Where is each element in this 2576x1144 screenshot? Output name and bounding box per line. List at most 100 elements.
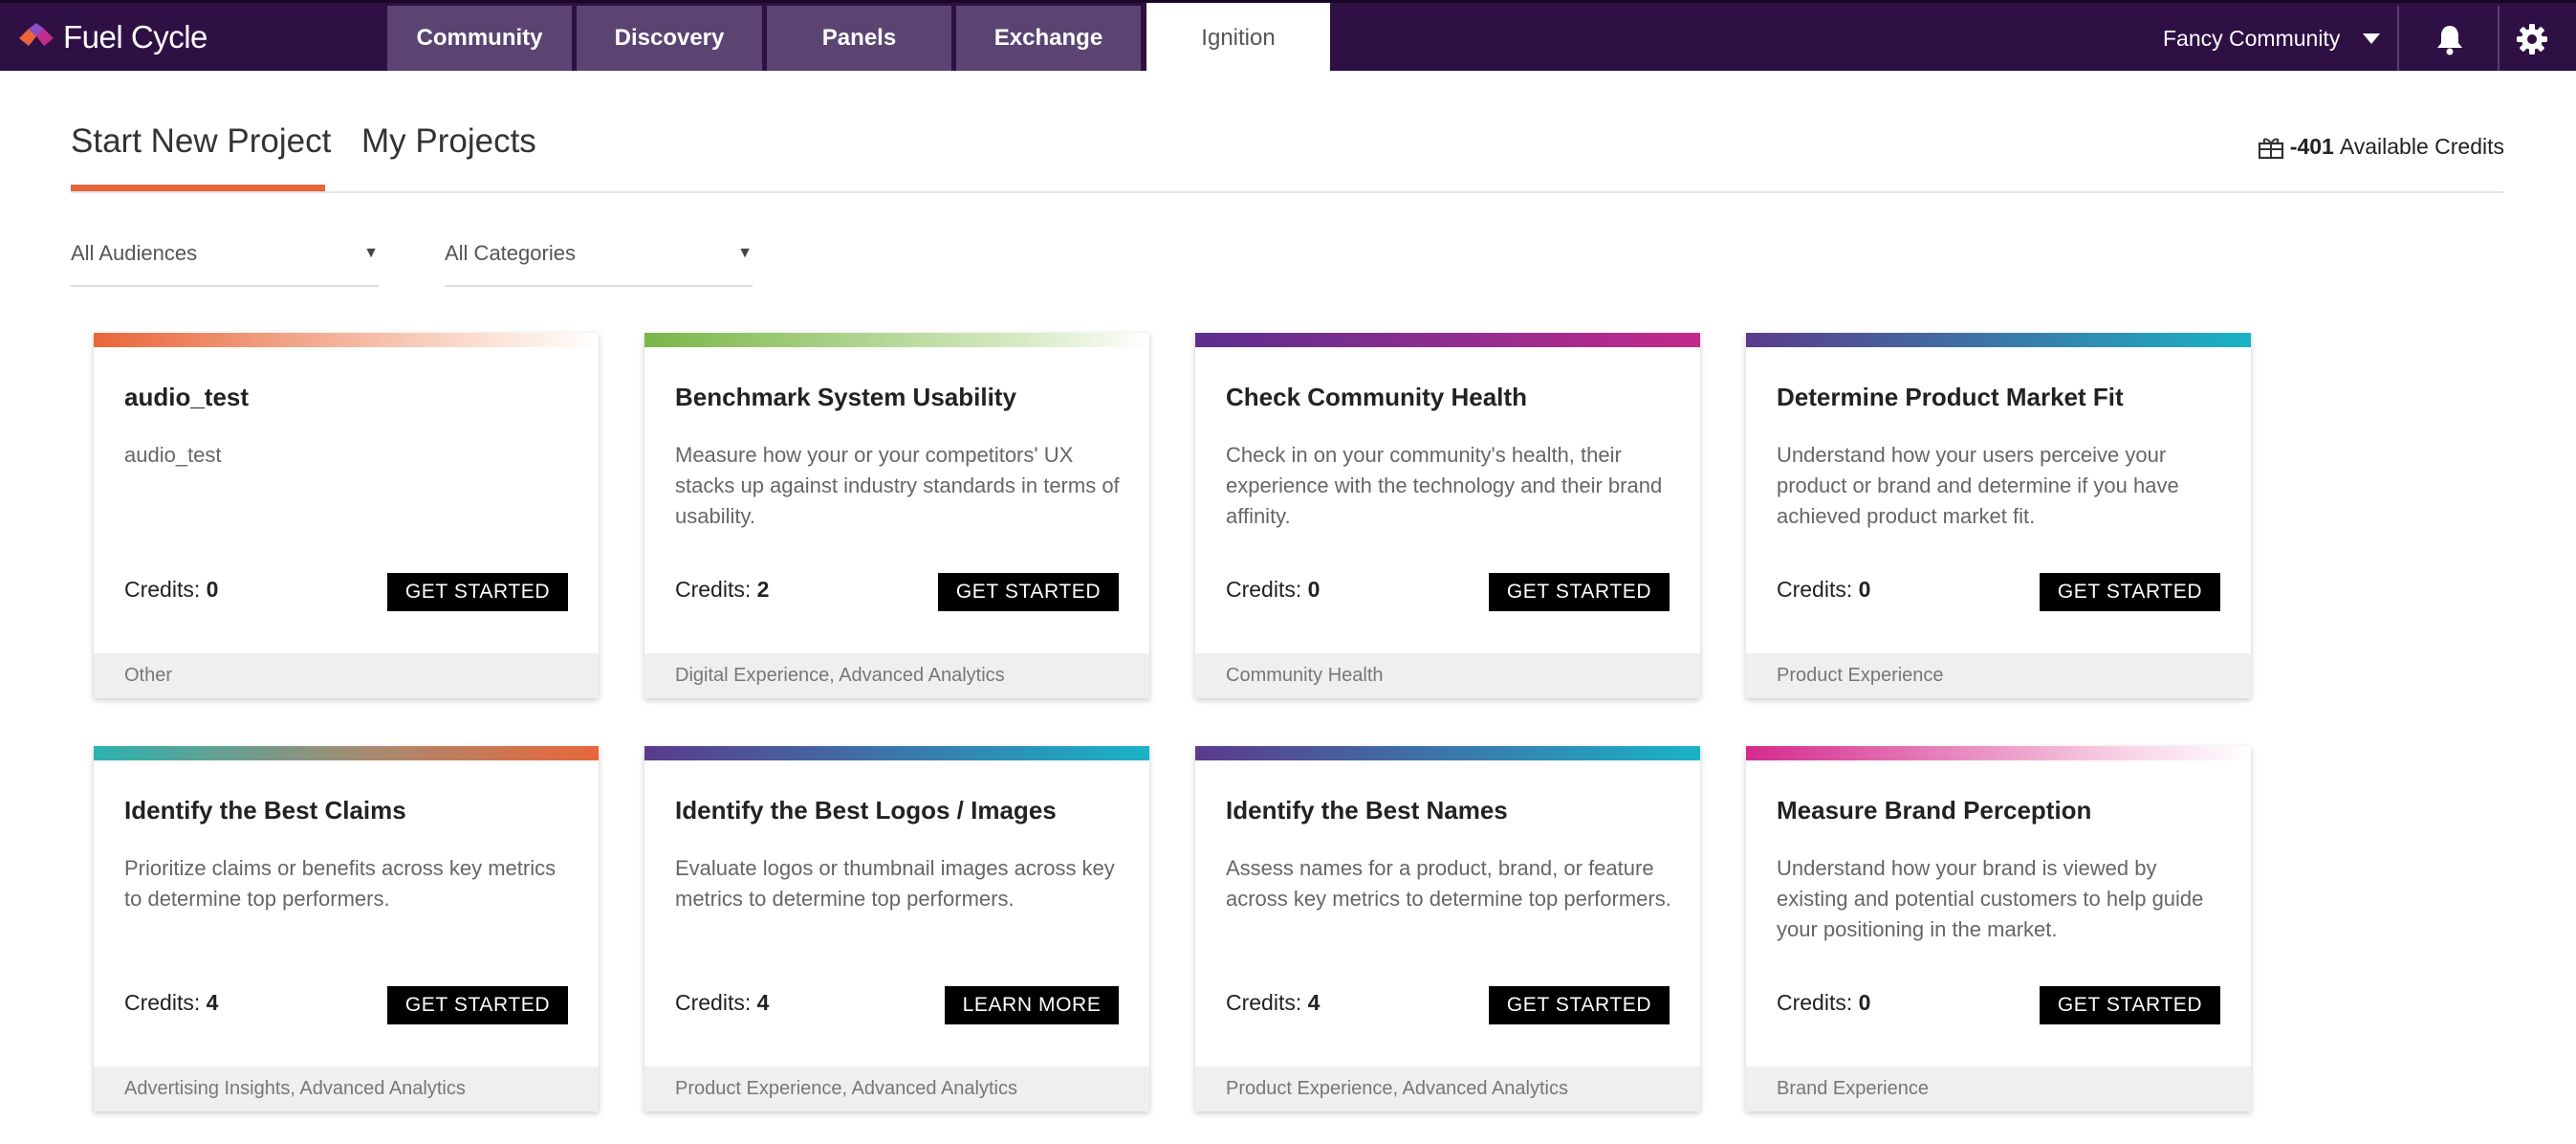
card-title: Determine Product Market Fit bbox=[1777, 383, 2124, 411]
get-started-button[interactable]: GET STARTED bbox=[2040, 986, 2220, 1024]
nav-tab-discovery[interactable]: Discovery bbox=[577, 6, 762, 71]
card-color-bar bbox=[94, 746, 599, 760]
card-credits-label: Credits: bbox=[675, 577, 752, 602]
card-credits-label: Credits: bbox=[1777, 990, 1853, 1015]
card-title: Measure Brand Perception bbox=[1777, 796, 2092, 825]
project-card: Determine Product Market Fit Understand … bbox=[1746, 333, 2251, 698]
card-color-bar bbox=[1195, 746, 1700, 760]
project-card: Check Community Health Check in on your … bbox=[1195, 333, 1700, 698]
project-card: Identify the Best Logos / Images Evaluat… bbox=[644, 746, 1149, 1111]
chevron-down-icon bbox=[2363, 33, 2381, 44]
audience-filter-value: All Audiences bbox=[71, 241, 198, 265]
nav-tab-panels[interactable]: Panels bbox=[767, 6, 951, 71]
card-title: Identify the Best Logos / Images bbox=[675, 796, 1057, 825]
card-credits-value: 4 bbox=[756, 990, 770, 1015]
card-credits: Credits: 0 bbox=[1777, 577, 1870, 603]
card-title: Identify the Best Claims bbox=[124, 796, 406, 825]
card-color-bar bbox=[1746, 746, 2251, 760]
tab-my-projects[interactable]: My Projects bbox=[361, 122, 536, 161]
tab-start-new-project[interactable]: Start New Project bbox=[71, 122, 331, 161]
card-color-bar bbox=[644, 333, 1149, 347]
card-credits-value: 0 bbox=[1858, 577, 1871, 602]
card-credits-value: 4 bbox=[1307, 990, 1321, 1015]
nav-tab-community[interactable]: Community bbox=[387, 6, 572, 71]
active-tab-indicator bbox=[71, 185, 325, 191]
card-title: Check Community Health bbox=[1226, 383, 1527, 411]
card-color-bar bbox=[644, 746, 1149, 760]
brand-name: Fuel Cycle bbox=[63, 19, 207, 55]
credits-value: -401 bbox=[2289, 134, 2334, 159]
card-credits: Credits: 4 bbox=[1226, 990, 1320, 1016]
get-started-button[interactable]: GET STARTED bbox=[938, 573, 1119, 611]
dropdown-arrow-icon: ▼ bbox=[737, 245, 753, 261]
card-credits-label: Credits: bbox=[1226, 577, 1302, 602]
card-categories: Digital Experience, Advanced Analytics bbox=[644, 653, 1149, 698]
card-credits-label: Credits: bbox=[1226, 990, 1302, 1015]
card-title: Identify the Best Names bbox=[1226, 796, 1508, 825]
bell-icon[interactable] bbox=[2433, 22, 2467, 56]
nav-divider bbox=[2397, 6, 2399, 71]
community-selector-label: Fancy Community bbox=[2163, 25, 2341, 51]
divider bbox=[71, 191, 2504, 193]
card-title: Benchmark System Usability bbox=[675, 383, 1016, 411]
fuel-cycle-logo-icon bbox=[19, 23, 54, 46]
card-categories: Product Experience, Advanced Analytics bbox=[1195, 1067, 1700, 1111]
card-credits-value: 0 bbox=[1307, 577, 1321, 602]
get-started-button[interactable]: GET STARTED bbox=[387, 573, 568, 611]
card-description: Measure how your or your competitors' UX… bbox=[675, 443, 1120, 528]
project-card: Benchmark System Usability Measure how y… bbox=[644, 333, 1149, 698]
card-credits: Credits: 2 bbox=[675, 577, 769, 603]
project-card: Identify the Best Names Assess names for… bbox=[1195, 746, 1700, 1111]
nav-tab-exchange[interactable]: Exchange bbox=[956, 6, 1141, 71]
card-credits-label: Credits: bbox=[1777, 577, 1853, 602]
card-credits-label: Credits: bbox=[124, 990, 201, 1015]
card-description: audio_test bbox=[124, 443, 222, 467]
category-filter[interactable]: All Categories ▼ bbox=[445, 237, 753, 287]
credits-label: Available Credits bbox=[2339, 134, 2504, 159]
card-categories: Product Experience, Advanced Analytics bbox=[644, 1067, 1149, 1111]
card-credits-value: 0 bbox=[1858, 990, 1871, 1015]
card-color-bar bbox=[1195, 333, 1700, 347]
card-description: Assess names for a product, brand, or fe… bbox=[1226, 856, 1671, 911]
card-credits-label: Credits: bbox=[675, 990, 752, 1015]
project-card: Measure Brand Perception Understand how … bbox=[1746, 746, 2251, 1111]
card-credits: Credits: 0 bbox=[1777, 990, 1870, 1016]
card-credits: Credits: 0 bbox=[124, 577, 218, 603]
nav-divider bbox=[2498, 6, 2500, 71]
get-started-button[interactable]: GET STARTED bbox=[1489, 986, 1670, 1024]
top-nav: Fuel Cycle Community Discovery Panels Ex… bbox=[0, 0, 2576, 74]
card-categories: Other bbox=[94, 653, 599, 698]
card-credits-value: 2 bbox=[756, 577, 770, 602]
get-started-button[interactable]: GET STARTED bbox=[1489, 573, 1670, 611]
card-description: Understand how your users perceive your … bbox=[1777, 443, 2179, 528]
get-started-button[interactable]: GET STARTED bbox=[2040, 573, 2220, 611]
card-description: Prioritize claims or benefits across key… bbox=[124, 856, 557, 911]
card-color-bar bbox=[94, 333, 599, 347]
gear-icon[interactable] bbox=[2515, 22, 2549, 56]
card-description: Evaluate logos or thumbnail images acros… bbox=[675, 856, 1115, 911]
available-credits: -401 Available Credits bbox=[2258, 134, 2504, 160]
card-categories: Brand Experience bbox=[1746, 1067, 2251, 1111]
card-categories: Advertising Insights, Advanced Analytics bbox=[94, 1067, 599, 1111]
card-credits-value: 0 bbox=[206, 577, 219, 602]
brand[interactable]: Fuel Cycle bbox=[19, 16, 207, 58]
card-description: Understand how your brand is viewed by e… bbox=[1777, 856, 2204, 941]
card-credits-label: Credits: bbox=[124, 577, 201, 602]
card-credits: Credits: 0 bbox=[1226, 577, 1320, 603]
card-categories: Product Experience bbox=[1746, 653, 2251, 698]
community-selector[interactable]: Fancy Community bbox=[2163, 6, 2381, 71]
gift-icon bbox=[2258, 138, 2283, 159]
card-title: audio_test bbox=[124, 383, 250, 411]
learn-more-button[interactable]: LEARN MORE bbox=[945, 986, 1119, 1024]
card-credits-value: 4 bbox=[206, 990, 219, 1015]
project-card: Identify the Best Claims Prioritize clai… bbox=[94, 746, 599, 1111]
nav-tab-ignition[interactable]: Ignition bbox=[1146, 3, 1330, 74]
audience-filter[interactable]: All Audiences ▼ bbox=[71, 237, 379, 287]
card-color-bar bbox=[1746, 333, 2251, 347]
get-started-button[interactable]: GET STARTED bbox=[387, 986, 568, 1024]
dropdown-arrow-icon: ▼ bbox=[363, 245, 379, 261]
project-card: audio_test audio_test Credits: 0 GET STA… bbox=[94, 333, 599, 698]
card-description: Check in on your community's health, the… bbox=[1226, 443, 1663, 528]
card-credits: Credits: 4 bbox=[675, 990, 769, 1016]
category-filter-value: All Categories bbox=[445, 241, 576, 265]
